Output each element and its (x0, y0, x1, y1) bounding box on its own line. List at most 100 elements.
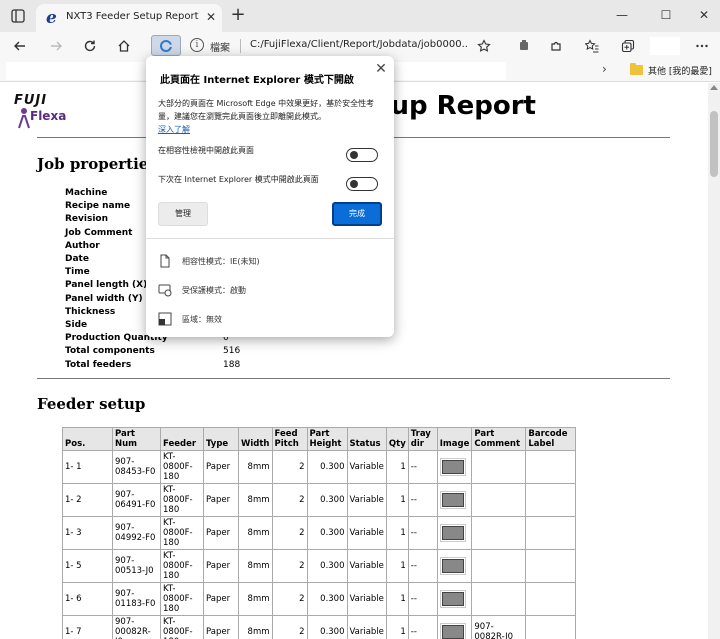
part-image-icon[interactable] (439, 623, 466, 639)
tab-actions-icon[interactable] (8, 6, 28, 26)
feeder-table-body: 1- 1 907-08453-F0 KT-0800F-180 Paper 8mm 2 0.3… (62, 450, 577, 639)
favorites-folder-label[interactable]: 其他 [我的最愛] (648, 64, 712, 77)
cell-type: Paper (203, 615, 239, 639)
done-button[interactable]: 完成 (332, 202, 382, 226)
table-row: 1- 7907-00082R-J0KT-0800F-180Paper8mm20.… (62, 615, 577, 639)
cell-status: Variable (346, 516, 387, 550)
property-label: Side (65, 320, 88, 330)
part-image-cell (436, 483, 473, 517)
favorites-icon[interactable] (582, 36, 602, 56)
site-info-icon[interactable]: i (190, 38, 204, 52)
scroll-thumb[interactable] (710, 111, 718, 177)
page-scrollbar[interactable] (708, 83, 720, 639)
cell-status: Variable (346, 582, 387, 616)
maximize-button[interactable]: ☐ (656, 6, 676, 24)
address-separator (240, 39, 241, 53)
cell-feeder: KT-0800F-180 (160, 549, 204, 583)
tab-title: NXT3 Feeder Setup Report (66, 11, 199, 22)
property-label: Panel width (Y) (65, 293, 143, 304)
new-tab-button[interactable]: + (228, 6, 248, 26)
column-header: Qty (385, 427, 409, 451)
property-label: Author (65, 240, 100, 251)
cell-pitch: 2 (271, 450, 308, 484)
browser-tab[interactable]: e NXT3 Feeder Setup Report ✕ (36, 4, 222, 32)
toggle-ie-switch[interactable] (346, 177, 378, 191)
tab-close-icon[interactable]: ✕ (204, 10, 218, 24)
extensions-icon[interactable] (546, 36, 566, 56)
popup-title: 此頁面在 Internet Explorer 模式下開啟 (160, 75, 354, 86)
protected-mode-text: 受保護模式：啟動 (182, 286, 246, 295)
cell-feeder: KT-0800F-180 (160, 483, 204, 517)
part-image-icon[interactable] (439, 491, 466, 509)
cell-pos: 1- 1 (62, 450, 113, 484)
toggle-compat-switch[interactable] (346, 148, 378, 162)
section-divider (37, 378, 670, 379)
forward-button[interactable] (46, 36, 66, 56)
extensions-puzzle-icon[interactable] (514, 36, 534, 56)
manage-button[interactable]: 管理 (158, 202, 208, 226)
cell-type: Paper (203, 516, 239, 550)
cell-barcode (525, 483, 577, 517)
column-header: Feed Pitch (271, 427, 308, 451)
home-button[interactable] (114, 36, 134, 56)
cell-tray: -- (407, 582, 438, 616)
cell-pos: 1- 6 (62, 582, 113, 616)
logo-flexa-text: Flexa (30, 109, 67, 123)
cell-qty: 1 (385, 516, 409, 550)
cell-comment (471, 582, 527, 616)
part-image-cell (436, 582, 473, 616)
popup-divider (146, 238, 394, 239)
learn-more-link[interactable]: 深入了解 (158, 125, 190, 134)
cell-status: Variable (346, 483, 387, 517)
favorite-star-icon[interactable] (474, 36, 494, 56)
ie-mode-button[interactable] (151, 35, 181, 56)
cell-comment (471, 516, 527, 550)
cell-height: 0.300 (306, 483, 348, 517)
cell-pos: 1- 7 (62, 615, 113, 639)
toggle-ie-label: 下次在 Internet Explorer 模式中開啟此頁面 (158, 175, 319, 184)
compat-mode-text: 相容性模式：IE(未知) (182, 257, 260, 266)
cell-comment: 907-0082R-J0 (471, 615, 527, 639)
cell-feeder: KT-0800F-180 (160, 450, 204, 484)
cell-pos: 1- 3 (62, 516, 113, 550)
protected-mode-icon (158, 284, 172, 297)
refresh-button[interactable] (80, 36, 100, 56)
cell-part: 907-08453-F0 (112, 450, 161, 484)
property-label: Revision (65, 214, 109, 225)
popup-close-icon[interactable]: ✕ (374, 62, 388, 76)
cell-comment (471, 450, 527, 484)
property-label: Total feeders (65, 359, 132, 370)
zone-icon (158, 312, 172, 326)
cell-qty: 1 (385, 450, 409, 484)
ie-mode-popup: 此頁面在 Internet Explorer 模式下開啟 ✕ 大部分的頁面在 M… (146, 56, 394, 337)
cell-status: Variable (346, 615, 387, 639)
collections-icon[interactable] (618, 36, 638, 56)
close-window-button[interactable]: ✕ (694, 6, 714, 24)
cell-barcode (525, 582, 577, 616)
zone-status: 區域：無效 (158, 312, 388, 326)
cell-qty: 1 (385, 549, 409, 583)
cell-height: 0.300 (306, 516, 348, 550)
part-image-icon[interactable] (439, 458, 466, 476)
cell-part: 907-00082R-J0 (112, 615, 161, 639)
part-image-cell (436, 516, 473, 550)
cell-type: Paper (203, 582, 239, 616)
cell-part: 907-06491-F0 (112, 483, 161, 517)
cell-tray: -- (407, 549, 438, 583)
protected-mode-status: 受保護模式：啟動 (158, 283, 388, 297)
address-scheme-label: 檔案 (210, 43, 230, 54)
more-options-icon[interactable] (692, 36, 712, 56)
part-image-icon[interactable] (439, 557, 466, 575)
scroll-up-icon[interactable] (710, 85, 718, 90)
profile-avatar[interactable] (650, 37, 680, 55)
cell-barcode (525, 450, 577, 484)
address-url[interactable]: C:/FujiFlexa/Client/Report/Jobdata/job00… (250, 39, 468, 50)
cell-width: 8mm (238, 615, 273, 639)
cell-barcode (525, 516, 577, 550)
part-image-icon[interactable] (439, 590, 466, 608)
cell-pitch: 2 (271, 549, 308, 583)
chevron-right-icon[interactable]: › (602, 62, 607, 76)
back-button[interactable] (10, 36, 30, 56)
minimize-button[interactable]: — (612, 6, 632, 24)
part-image-icon[interactable] (439, 524, 466, 542)
